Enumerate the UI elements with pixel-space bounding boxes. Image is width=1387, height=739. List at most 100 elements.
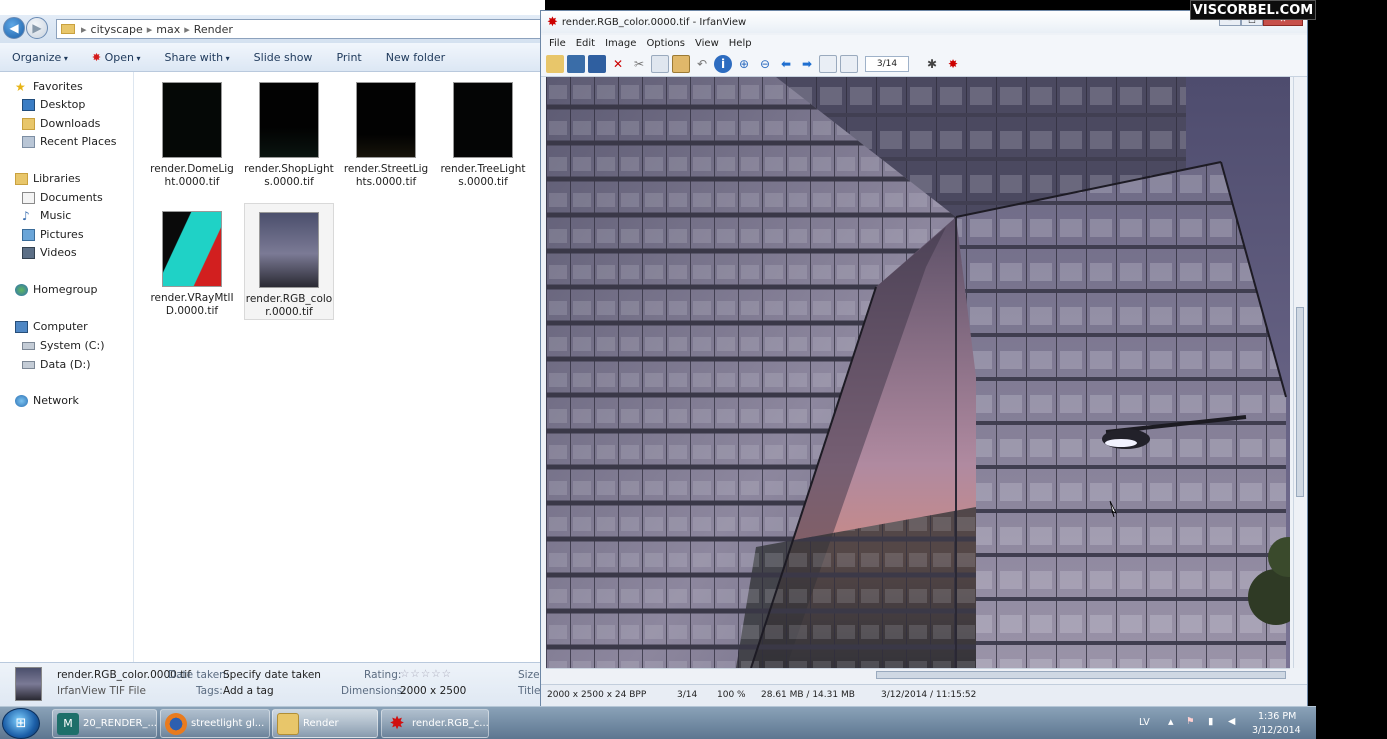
details-pane: render.RGB_color.0000.tif IrfanView TIF … xyxy=(0,662,545,706)
network-icon xyxy=(15,394,28,407)
nav-label: Desktop xyxy=(40,98,86,111)
nav-favorites[interactable]: ★ Favorites xyxy=(15,80,83,93)
horizontal-scrollbar[interactable] xyxy=(546,668,1290,680)
vertical-scroll-thumb[interactable] xyxy=(1296,307,1304,497)
nav-desktop[interactable]: Desktop xyxy=(22,98,85,111)
new-folder-button[interactable]: New folder xyxy=(374,51,457,64)
undo-icon[interactable]: ↶ xyxy=(693,55,711,73)
start-button[interactable]: ⊞ xyxy=(2,708,40,739)
back-button[interactable]: ◀ xyxy=(3,17,25,39)
file-item[interactable]: render.VRayMtlID.0000.tif xyxy=(147,203,237,318)
taskbar-item-3dsmax[interactable]: M 20_RENDER_... xyxy=(52,709,157,738)
navigation-pane: ★ Favorites Desktop Downloads Recent Plac… xyxy=(0,72,134,662)
file-item[interactable]: render.StreetLights.0000.tif xyxy=(341,74,431,189)
info-icon[interactable]: i xyxy=(714,55,732,73)
nav-pictures[interactable]: Pictures xyxy=(22,228,84,241)
action-center-icon[interactable]: ⚑ xyxy=(1186,716,1195,727)
nav-computer[interactable]: Computer xyxy=(15,320,88,333)
drive-icon xyxy=(22,341,35,350)
drive-icon xyxy=(22,360,35,369)
menu-image[interactable]: Image xyxy=(605,38,636,49)
previous-icon[interactable]: ⬅ xyxy=(777,55,795,73)
copy-icon[interactable] xyxy=(651,55,669,73)
share-with-button[interactable]: Share with xyxy=(153,51,242,64)
cut-icon[interactable]: ✂ xyxy=(630,55,648,73)
next-icon[interactable]: ➡ xyxy=(798,55,816,73)
date-taken-value[interactable]: Specify date taken xyxy=(223,669,321,681)
tags-value[interactable]: Add a tag xyxy=(223,685,274,697)
address-field[interactable]: ▸ cityscape ▸ max ▸ Render xyxy=(56,19,542,39)
file-item[interactable]: render.TreeLights.0000.tif xyxy=(438,74,528,189)
zoom-in-icon[interactable]: ⊕ xyxy=(735,55,753,73)
paste-icon[interactable] xyxy=(672,55,690,73)
irfanview-logo-icon[interactable]: ✸ xyxy=(944,55,962,73)
taskbar-item-explorer[interactable]: Render xyxy=(272,709,378,738)
print-button[interactable]: Print xyxy=(324,51,373,64)
page-indicator[interactable]: 3/14 xyxy=(865,56,909,72)
menu-file[interactable]: File xyxy=(549,38,566,49)
open-folder-icon[interactable] xyxy=(546,55,564,73)
file-list: render.DomeLight.0000.tif render.ShopLig… xyxy=(137,72,542,662)
slide-show-button[interactable]: Slide show xyxy=(242,51,325,64)
breadcrumb-cityscape[interactable]: cityscape xyxy=(91,23,143,36)
image-viewport[interactable] xyxy=(546,77,1290,668)
irfanview-icon: ✸ xyxy=(389,713,405,734)
language-indicator[interactable]: LV xyxy=(1139,717,1150,728)
settings-icon[interactable]: ✱ xyxy=(923,55,941,73)
menu-view[interactable]: View xyxy=(695,38,719,49)
file-preview-thumbnail xyxy=(15,667,42,701)
open-button[interactable]: ✸ Open xyxy=(80,51,153,64)
nav-label: Libraries xyxy=(33,172,81,185)
3dsmax-icon: M xyxy=(57,712,79,735)
delete-icon[interactable]: ✕ xyxy=(609,55,627,73)
file-item[interactable]: render.DomeLight.0000.tif xyxy=(147,74,237,189)
libraries-icon xyxy=(15,172,28,185)
forward-button[interactable]: ▶ xyxy=(26,17,48,39)
nav-music[interactable]: ♪ Music xyxy=(22,209,71,222)
taskbar-item-irfanview[interactable]: ✸ render.RGB_c... xyxy=(381,709,489,738)
nav-recent-places[interactable]: Recent Places xyxy=(22,135,117,148)
nav-videos[interactable]: Videos xyxy=(22,246,77,259)
last-page-icon[interactable] xyxy=(840,55,858,73)
rating-stars[interactable]: ☆☆☆☆☆ xyxy=(400,668,452,680)
details-filetype: IrfanView TIF File xyxy=(57,685,146,697)
breadcrumb-max[interactable]: max xyxy=(156,23,180,36)
nav-system-c[interactable]: System (C:) xyxy=(22,339,105,352)
first-page-icon[interactable] xyxy=(819,55,837,73)
thumbnails-icon[interactable] xyxy=(567,55,585,73)
file-item[interactable]: render.ShopLights.0000.tif xyxy=(244,74,334,189)
firefox-icon xyxy=(165,712,187,735)
horizontal-scroll-thumb[interactable] xyxy=(876,671,1286,679)
nav-data-d[interactable]: Data (D:) xyxy=(22,358,91,371)
taskbar-label: streetlight gl... xyxy=(191,718,265,729)
volume-icon[interactable]: ◀ xyxy=(1228,716,1235,727)
zoom-out-icon[interactable]: ⊖ xyxy=(756,55,774,73)
save-icon[interactable] xyxy=(588,55,606,73)
nav-label: System (C:) xyxy=(40,339,105,352)
network-icon[interactable]: ▴ xyxy=(1168,715,1174,728)
nav-label: Network xyxy=(33,394,79,407)
menu-options[interactable]: Options xyxy=(646,38,685,49)
menu-help[interactable]: Help xyxy=(729,38,752,49)
nav-documents[interactable]: Documents xyxy=(22,191,103,204)
nav-label: Music xyxy=(40,209,72,222)
nav-network[interactable]: Network xyxy=(15,394,79,407)
clock-date[interactable]: 3/12/2014 xyxy=(1252,725,1301,736)
clock-time[interactable]: 1:36 PM xyxy=(1258,711,1296,722)
menu-bar: File Edit Image Options View Help xyxy=(541,35,1307,52)
taskbar-label: render.RGB_c... xyxy=(412,718,489,729)
nav-homegroup[interactable]: Homegroup xyxy=(15,283,97,296)
file-item-selected[interactable]: render.RGB_color.0000.tif xyxy=(244,203,334,320)
vertical-scrollbar[interactable] xyxy=(1293,77,1305,668)
folder-icon xyxy=(277,712,299,735)
signal-icon[interactable]: ▮ xyxy=(1208,716,1213,727)
organize-button[interactable]: Organize xyxy=(0,51,80,64)
menu-edit[interactable]: Edit xyxy=(576,38,595,49)
taskbar-item-firefox[interactable]: streetlight gl... xyxy=(160,709,270,738)
folder-icon xyxy=(61,24,75,34)
star-icon: ★ xyxy=(15,79,26,94)
breadcrumb-render[interactable]: Render xyxy=(194,23,233,36)
nav-downloads[interactable]: Downloads xyxy=(22,117,100,130)
nav-label: Downloads xyxy=(40,117,101,130)
nav-libraries[interactable]: Libraries xyxy=(15,172,81,185)
